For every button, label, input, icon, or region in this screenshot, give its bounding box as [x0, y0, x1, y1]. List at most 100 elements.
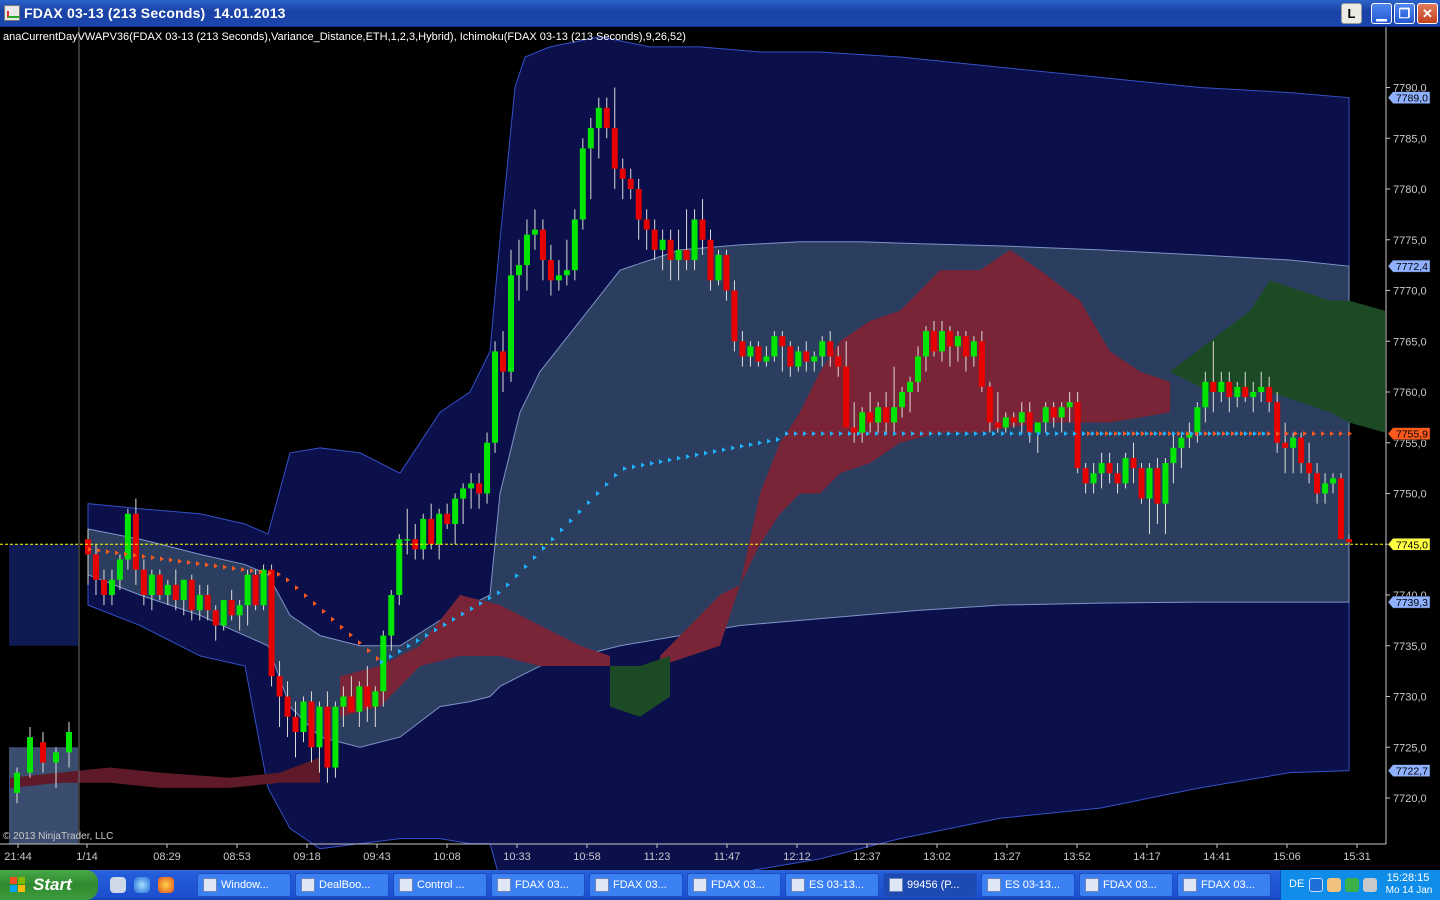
taskbar-button[interactable]: 99456 (P... — [883, 873, 977, 897]
candle-down — [1082, 468, 1089, 484]
candle-up — [891, 407, 898, 423]
candle-down — [276, 676, 283, 697]
x-tick-label: 15:31 — [1343, 851, 1371, 863]
candle-down — [755, 346, 762, 362]
taskbar-button[interactable]: FDAX 03... — [589, 873, 683, 897]
candle-down — [835, 356, 842, 367]
price-chart[interactable]: 7720,07725,07730,07735,07740,07745,07750… — [0, 27, 1440, 870]
candle-down — [132, 513, 139, 570]
language-indicator[interactable]: DE — [1289, 878, 1304, 890]
candle-down — [827, 341, 834, 357]
link-button[interactable]: L — [1341, 3, 1362, 24]
candle-down — [635, 189, 642, 220]
internet-explorer-icon[interactable] — [134, 877, 150, 893]
candle-down — [851, 427, 858, 433]
candle-down — [683, 249, 690, 261]
firefox-icon[interactable] — [158, 877, 174, 893]
vwap-outer-band-premarket — [9, 544, 78, 646]
candle-down — [1050, 407, 1057, 418]
candle-up — [388, 595, 395, 636]
candle-down — [1130, 457, 1137, 469]
candle-up — [970, 341, 977, 357]
taskbar-button[interactable]: FDAX 03... — [491, 873, 585, 897]
candle-up — [515, 265, 522, 276]
candle-down — [324, 706, 331, 768]
chart-panel[interactable]: 7720,07725,07730,07735,07740,07745,07750… — [0, 27, 1440, 870]
x-tick-label: 08:53 — [223, 851, 251, 863]
x-tick-label: 11:23 — [644, 851, 671, 863]
candle-up — [436, 513, 443, 545]
candle-up — [1058, 407, 1065, 418]
candle-down — [292, 716, 299, 733]
y-tick-label: 7760,0 — [1393, 387, 1427, 399]
taskbar-button-label: 99456 (P... — [907, 879, 960, 891]
candle-up — [587, 128, 594, 149]
taskbar-button[interactable]: Window... — [197, 873, 291, 897]
restore-button[interactable]: ❐ — [1394, 3, 1415, 24]
candle-up — [1218, 381, 1225, 392]
show-desktop-icon[interactable] — [110, 877, 126, 893]
tray-clock[interactable]: 15:28:15 — [1383, 872, 1433, 884]
system-tray: DE 15:28:15 Mo 14 Jan — [1280, 870, 1440, 900]
candle-up — [420, 518, 427, 550]
candle-down — [962, 336, 969, 357]
taskbar-button[interactable]: DealBoo... — [295, 873, 389, 897]
candle-down — [994, 422, 1001, 428]
candle-up — [507, 275, 514, 372]
x-tick-label: 10:33 — [503, 851, 531, 863]
candle-up — [124, 513, 131, 560]
y-tick-label: 7735,0 — [1393, 641, 1427, 653]
candle-up — [1202, 381, 1209, 408]
taskbar-button[interactable]: FDAX 03... — [1177, 873, 1271, 897]
task-app-icon — [203, 878, 217, 892]
task-app-icon — [889, 878, 903, 892]
candle-down — [1266, 386, 1273, 403]
tray-hand-icon[interactable] — [1327, 878, 1341, 892]
taskbar-button-label: ES 03-13... — [1005, 879, 1061, 891]
taskbar-button-label: FDAX 03... — [711, 879, 765, 891]
candle-up — [1250, 392, 1257, 398]
tray-network-icon[interactable] — [1345, 878, 1359, 892]
candle-up — [675, 249, 682, 261]
candle-down — [627, 178, 634, 189]
taskbar-button-label: DealBoo... — [319, 879, 371, 891]
candle-up — [859, 412, 866, 433]
candle-down — [1314, 473, 1321, 494]
taskbar-button[interactable]: ES 03-13... — [785, 873, 879, 897]
candle-down — [1346, 539, 1352, 543]
candle-up — [691, 219, 698, 261]
candle-down — [1242, 386, 1249, 398]
candle-up — [1002, 417, 1009, 428]
taskbar-button[interactable]: ES 03-13... — [981, 873, 1075, 897]
taskbar-button[interactable]: Control ... — [393, 873, 487, 897]
x-tick-label: 21:44 — [4, 851, 32, 863]
x-tick-label: 14:17 — [1133, 851, 1161, 863]
candle-down — [1074, 402, 1081, 469]
start-button[interactable]: Start — [0, 870, 98, 900]
candle-up — [27, 737, 33, 773]
candle-up — [332, 706, 339, 768]
candle-down — [252, 574, 259, 606]
candle-up — [923, 331, 930, 357]
candle-up — [1162, 463, 1169, 504]
x-tick-label: 08:29 — [153, 851, 181, 863]
candle-down — [348, 696, 355, 712]
tray-chevron-icon[interactable] — [1309, 878, 1323, 892]
candle-up — [468, 483, 475, 489]
task-app-icon — [1183, 878, 1197, 892]
x-tick-label: 13:52 — [1063, 851, 1091, 863]
candle-down — [986, 386, 993, 423]
close-button[interactable]: ✕ — [1417, 3, 1438, 24]
task-app-icon — [987, 878, 1001, 892]
candle-down — [539, 229, 546, 261]
windows-logo-icon — [10, 877, 27, 893]
candle-up — [1258, 386, 1265, 392]
window-titlebar[interactable]: FDAX 03-13 (213 Seconds) 14.01.2013 L ▁ … — [0, 0, 1440, 27]
candle-down — [779, 336, 786, 347]
taskbar-button[interactable]: FDAX 03... — [687, 873, 781, 897]
candle-down — [188, 579, 195, 611]
tray-volume-icon[interactable] — [1363, 878, 1377, 892]
minimize-button[interactable]: ▁ — [1371, 3, 1392, 24]
candle-up — [1018, 412, 1025, 423]
taskbar-button[interactable]: FDAX 03... — [1079, 873, 1173, 897]
